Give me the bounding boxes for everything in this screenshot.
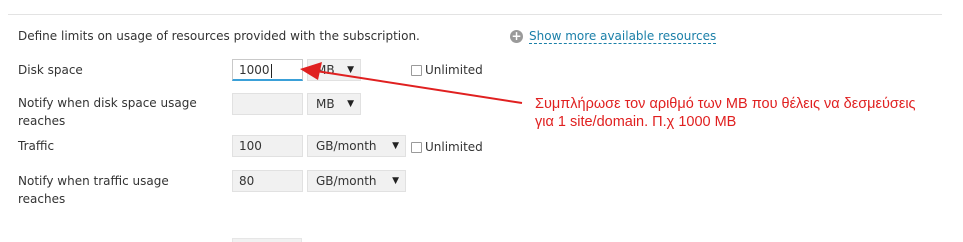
disk-notify-unit-select[interactable]: MB ▼ [307, 93, 361, 115]
show-more-resources-label: Show more available resources [529, 29, 717, 44]
annotation-line-1: Συμπλήρωσε τον αριθμό των MB που θέλεις … [535, 96, 916, 112]
disk-space-input[interactable]: 1000 [232, 59, 303, 81]
chevron-down-icon: ▼ [392, 141, 399, 151]
traffic-value: 100 [239, 139, 262, 153]
show-more-resources-link[interactable]: + Show more available resources [510, 29, 717, 44]
traffic-unit-value: GB/month [316, 139, 377, 153]
annotation-line-2: για 1 site/domain. Π.χ 1000 MB [535, 114, 737, 130]
plus-circle-icon: + [510, 29, 523, 43]
disk-notify-input[interactable] [232, 93, 303, 115]
traffic-notify-unit-value: GB/month [316, 174, 377, 188]
traffic-notify-unit-select[interactable]: GB/month ▼ [307, 170, 406, 192]
disk-space-unlimited-label: Unlimited [425, 63, 483, 77]
checkbox-box[interactable] [411, 141, 422, 153]
disk-space-unlimited-checkbox[interactable]: Unlimited [411, 63, 483, 77]
top-divider [8, 14, 942, 15]
intro-text: Define limits on usage of resources prov… [18, 29, 420, 43]
disk-space-unit-select[interactable]: MB ▼ [307, 59, 361, 81]
traffic-notify-label: Notify when traffic usage reaches [18, 174, 169, 206]
traffic-notify-input[interactable]: 80 [232, 170, 303, 192]
traffic-unlimited-checkbox[interactable]: Unlimited [411, 140, 483, 154]
disk-notify-unit-value: MB [316, 97, 335, 111]
annotation-note: Συμπλήρωσε τον αριθμό των MB που θέλεις … [535, 95, 963, 131]
disk-space-value: 1000 [239, 63, 270, 77]
chevron-down-icon: ▼ [392, 176, 399, 186]
traffic-unlimited-label: Unlimited [425, 140, 483, 154]
checkbox-box[interactable] [411, 64, 422, 76]
traffic-unit-select[interactable]: GB/month ▼ [307, 135, 406, 157]
disk-space-label: Disk space [18, 63, 83, 77]
chevron-down-icon: ▼ [347, 99, 354, 109]
traffic-label: Traffic [18, 139, 55, 153]
traffic-notify-value: 80 [239, 174, 255, 188]
traffic-input[interactable]: 100 [232, 135, 303, 157]
partial-input-field [232, 238, 302, 242]
disk-notify-label: Notify when disk space usage reaches [18, 96, 197, 128]
chevron-down-icon: ▼ [347, 65, 354, 75]
disk-space-unit-value: MB [316, 63, 335, 77]
text-cursor [270, 63, 272, 78]
